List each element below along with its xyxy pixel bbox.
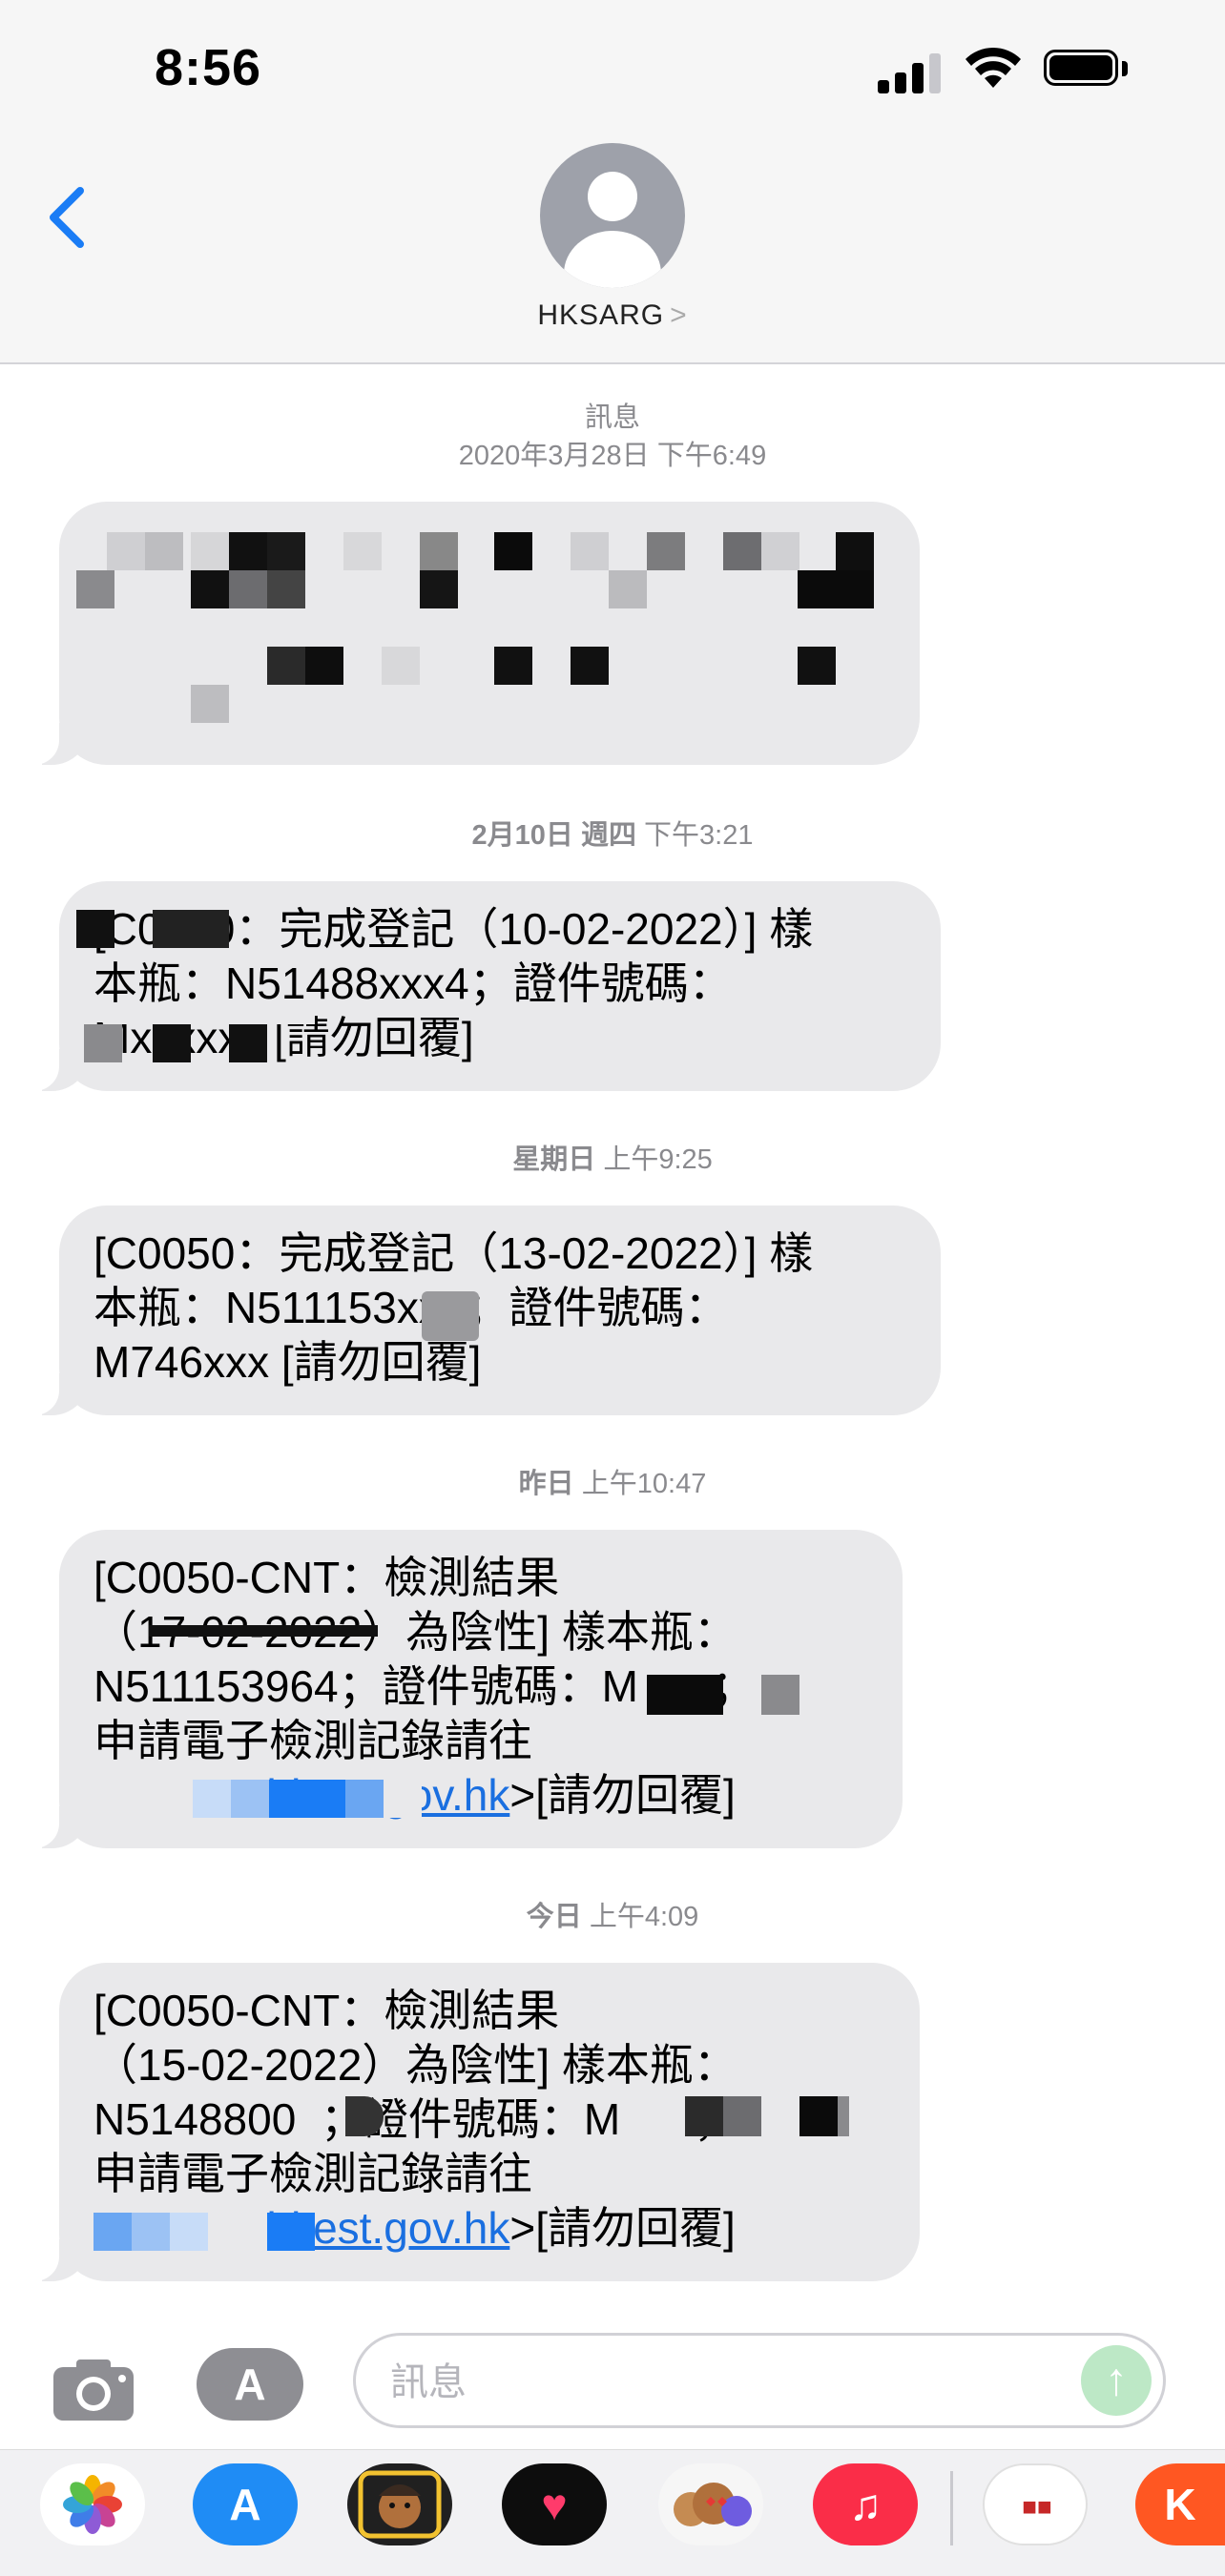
send-button[interactable]: ↑ xyxy=(1081,2345,1152,2416)
back-chevron-icon[interactable] xyxy=(38,179,95,256)
thread-label: 訊息 xyxy=(584,402,640,433)
drawer-divider xyxy=(950,2471,953,2545)
redacted-mosaic xyxy=(59,1206,941,1415)
message-input-field[interactable]: ↑ xyxy=(353,2333,1166,2428)
timestamp: 2月10日 週四 下午3:21 xyxy=(471,820,754,851)
cellular-signal-icon xyxy=(878,50,945,93)
app-store-icon: A xyxy=(234,2360,266,2409)
redacted-mosaic xyxy=(59,1530,903,1848)
app-store-icon[interactable]: A xyxy=(193,2463,298,2545)
status-bar: 8:56 xyxy=(0,0,1225,143)
send-arrow-icon: ↑ xyxy=(1105,2355,1128,2405)
contact-avatar[interactable] xyxy=(540,143,685,288)
contact-name: HKSARG xyxy=(537,299,665,331)
redacted-mosaic xyxy=(59,1963,920,2281)
message-bubble[interactable]: [C0050-CNT：檢測結果 （17-02-2022）為陰性] 樣本瓶： N511… xyxy=(32,1530,903,1848)
message-bubble[interactable]: [C0050-CNT：檢測結果 （15-02-2022）為陰性] 樣本瓶： N514… xyxy=(32,1963,920,2281)
message-bubble[interactable]: [C0050：完成登記（13-02-2022）] 樣 本瓶：N511153xx4… xyxy=(32,1206,941,1415)
photos-icon[interactable] xyxy=(40,2463,145,2545)
status-time: 8:56 xyxy=(155,39,262,96)
message-bubble[interactable]: [C0050：完成登記（10-02-2022）] 樣 本瓶：N51488xxx4… xyxy=(32,881,941,1091)
contact-chevron-icon: > xyxy=(670,299,688,331)
battery-icon xyxy=(1044,50,1130,90)
timestamp: 星期日 上午9:25 xyxy=(512,1144,713,1175)
app-drawer: A ♥ ♫ ■■ K xyxy=(0,2449,1225,2576)
camera-icon[interactable] xyxy=(50,2356,137,2422)
timestamp: 今日 上午4:09 xyxy=(526,1902,699,1932)
digital-touch-icon[interactable]: ♥ xyxy=(502,2463,607,2545)
memoji-icon[interactable] xyxy=(347,2463,452,2545)
timestamp: 昨日 上午10:47 xyxy=(518,1469,707,1499)
app-store-button[interactable]: A xyxy=(197,2348,303,2421)
conversation-header: HKSARG > xyxy=(0,143,1225,364)
memoji-stickers-icon[interactable] xyxy=(658,2463,763,2545)
timestamp: 2020年3月28日 下午6:49 xyxy=(458,441,767,471)
redacted-mosaic xyxy=(59,881,941,1091)
redacted-mosaic xyxy=(59,502,920,765)
calendar-app-icon[interactable]: ■■ xyxy=(983,2463,1088,2545)
message-bubble[interactable] xyxy=(32,502,920,765)
wifi-icon xyxy=(965,47,1021,88)
message-input[interactable] xyxy=(388,2353,1060,2412)
klook-icon[interactable]: K xyxy=(1135,2463,1225,2545)
contact-name-button[interactable]: HKSARG > xyxy=(0,299,1225,332)
compose-bar: A ↑ xyxy=(0,2308,1225,2442)
music-icon[interactable]: ♫ xyxy=(813,2463,918,2545)
